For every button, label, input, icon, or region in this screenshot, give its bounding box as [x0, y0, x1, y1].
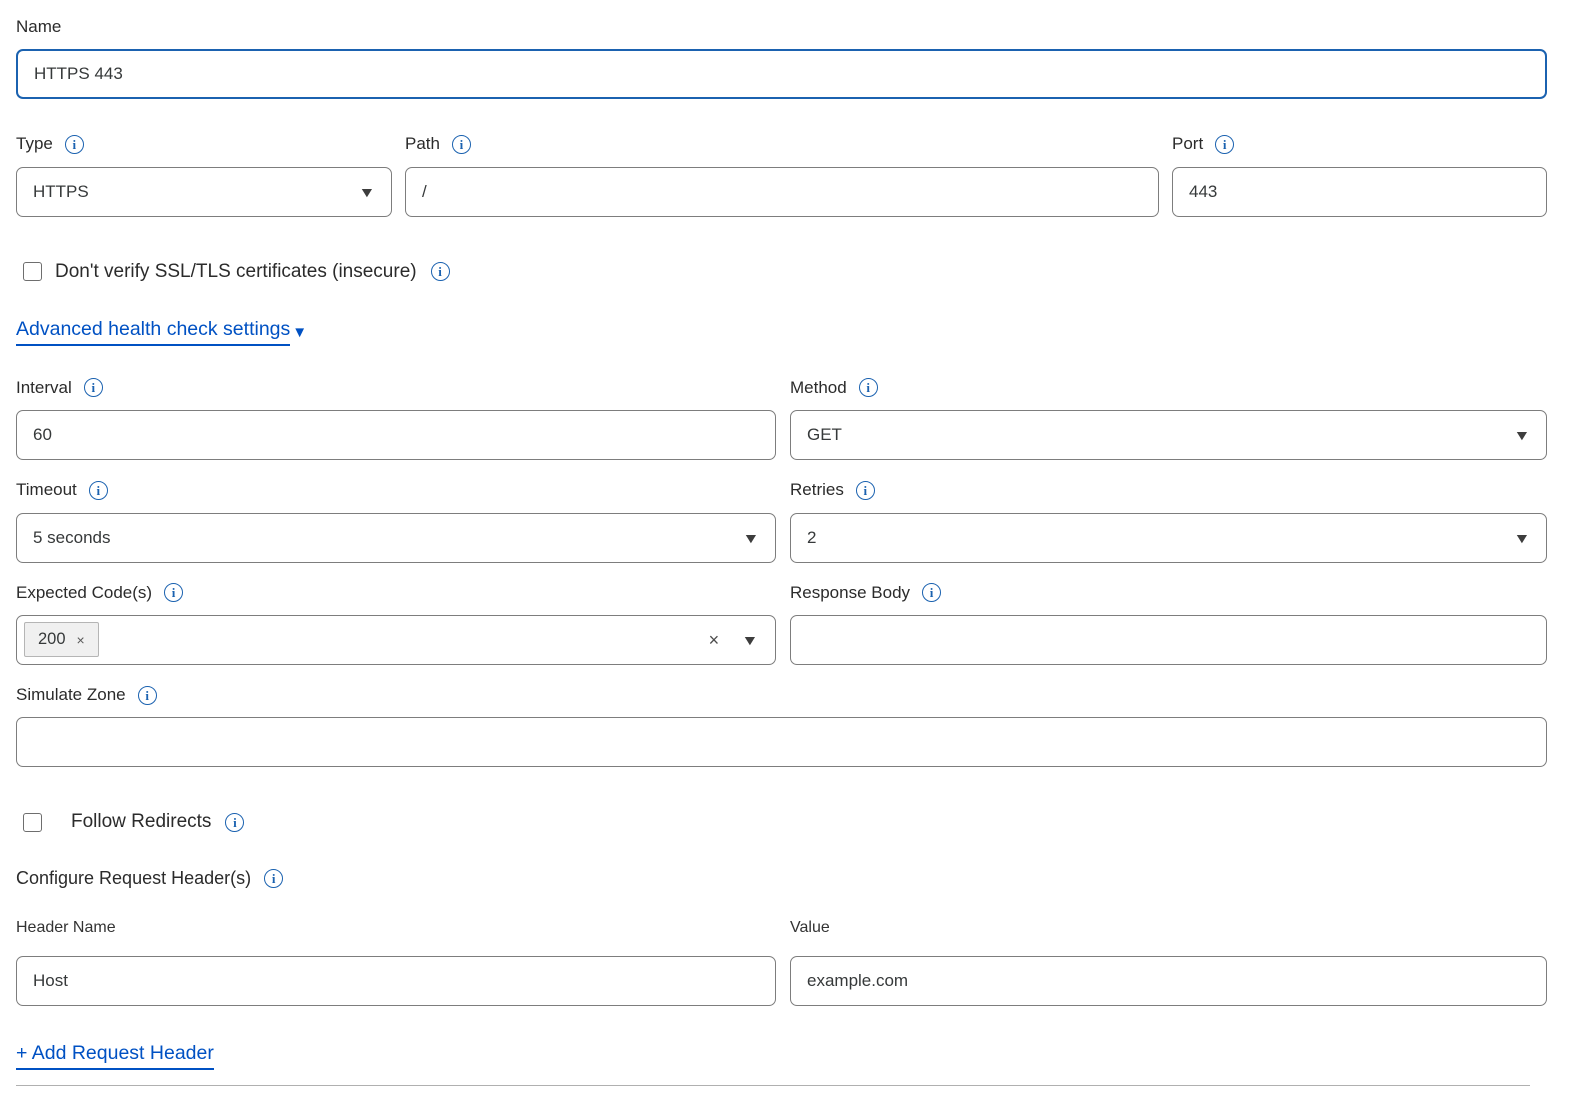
type-path-port-row: Type i HTTPS ▼ Path i Port i — [16, 134, 1547, 216]
advanced-settings-row: Advanced health check settings ▼ — [16, 318, 1547, 346]
path-label: Path i — [405, 134, 1159, 154]
port-input[interactable] — [1172, 167, 1547, 217]
path-info-icon[interactable]: i — [452, 135, 471, 154]
advanced-settings-link[interactable]: Advanced health check settings ▼ — [16, 318, 307, 346]
section-divider — [16, 1085, 1530, 1086]
interval-info-icon[interactable]: i — [84, 378, 103, 397]
header-name-label-text: Header Name — [16, 918, 116, 937]
retries-label: Retries i — [790, 480, 1547, 500]
retries-label-text: Retries — [790, 480, 844, 500]
timeout-field-group: Timeout i 5 seconds ▼ — [16, 480, 776, 562]
response-body-label-text: Response Body — [790, 583, 910, 603]
type-field-group: Type i HTTPS ▼ — [16, 134, 392, 216]
response-body-field-group: Response Body i — [790, 583, 1547, 665]
type-select-value: HTTPS — [33, 182, 89, 202]
response-body-info-icon[interactable]: i — [922, 583, 941, 602]
simulate-zone-input[interactable] — [16, 717, 1547, 767]
type-select[interactable]: HTTPS ▼ — [16, 167, 392, 217]
interval-input[interactable] — [16, 410, 776, 460]
simulate-zone-field-group: Simulate Zone i — [16, 685, 1547, 767]
timeout-select-value: 5 seconds — [33, 528, 111, 548]
retries-info-icon[interactable]: i — [856, 481, 875, 500]
response-body-label: Response Body i — [790, 583, 1547, 603]
port-label: Port i — [1172, 134, 1547, 154]
header-name-input[interactable] — [16, 956, 776, 1006]
expected-code-tag-value: 200 — [38, 630, 66, 649]
simulate-zone-label-text: Simulate Zone — [16, 685, 126, 705]
expected-code-tag: 200 × — [24, 622, 99, 657]
advanced-settings-grid: Interval i Method i GET ▼ Timeout i 5 se… — [16, 378, 1547, 665]
type-label: Type i — [16, 134, 392, 154]
header-value-label-text: Value — [790, 918, 830, 937]
path-input[interactable] — [405, 167, 1159, 217]
expected-codes-label: Expected Code(s) i — [16, 583, 776, 603]
method-field-group: Method i GET ▼ — [790, 378, 1547, 460]
header-value-label: Value — [790, 918, 1547, 937]
request-headers-heading: Configure Request Header(s) i — [16, 868, 1547, 889]
retries-select-value: 2 — [807, 528, 816, 548]
simulate-zone-info-icon[interactable]: i — [138, 686, 157, 705]
ssl-verify-info-icon[interactable]: i — [431, 262, 450, 281]
request-headers-heading-text: Configure Request Header(s) — [16, 868, 251, 889]
caret-down-icon: ▼ — [292, 324, 307, 341]
expected-codes-multiselect[interactable]: 200 × × ▼ — [16, 615, 776, 665]
path-field-group: Path i — [405, 134, 1159, 216]
expected-codes-info-icon[interactable]: i — [164, 583, 183, 602]
follow-redirects-label: Follow Redirects — [71, 811, 211, 833]
port-info-icon[interactable]: i — [1215, 135, 1234, 154]
method-select[interactable]: GET ▼ — [790, 410, 1547, 460]
health-check-form: Name Type i HTTPS ▼ Path i Port i — [0, 0, 1570, 1086]
chevron-down-icon[interactable]: ▼ — [741, 633, 758, 647]
name-label-text: Name — [16, 17, 61, 37]
header-name-field-group: Header Name — [16, 918, 776, 1005]
header-name-label: Header Name — [16, 918, 776, 937]
name-label: Name — [16, 17, 1547, 37]
method-info-icon[interactable]: i — [859, 378, 878, 397]
interval-label-text: Interval — [16, 378, 72, 398]
advanced-settings-link-text: Advanced health check settings — [16, 318, 290, 346]
ssl-verify-checkbox-label: Don't verify SSL/TLS certificates (insec… — [55, 261, 417, 283]
chevron-down-icon: ▼ — [1513, 531, 1530, 545]
follow-redirects-checkbox[interactable] — [23, 813, 42, 832]
tag-remove-icon[interactable]: × — [77, 633, 85, 647]
method-label: Method i — [790, 378, 1547, 398]
method-select-value: GET — [807, 425, 842, 445]
simulate-zone-label: Simulate Zone i — [16, 685, 1547, 705]
method-label-text: Method — [790, 378, 847, 398]
port-field-group: Port i — [1172, 134, 1547, 216]
timeout-select[interactable]: 5 seconds ▼ — [16, 513, 776, 563]
header-value-field-group: Value — [790, 918, 1547, 1005]
ssl-verify-checkbox-row: Don't verify SSL/TLS certificates (insec… — [16, 261, 1547, 283]
chevron-down-icon: ▼ — [1513, 428, 1530, 442]
name-input[interactable] — [16, 49, 1547, 99]
clear-all-icon[interactable]: × — [709, 631, 720, 649]
response-body-input[interactable] — [790, 615, 1547, 665]
header-value-input[interactable] — [790, 956, 1547, 1006]
timeout-label: Timeout i — [16, 480, 776, 500]
path-label-text: Path — [405, 134, 440, 154]
timeout-label-text: Timeout — [16, 480, 77, 500]
port-label-text: Port — [1172, 134, 1203, 154]
add-request-header-link[interactable]: + Add Request Header — [16, 1042, 214, 1070]
chevron-down-icon: ▼ — [358, 185, 375, 199]
request-header-row: Header Name Value — [16, 918, 1547, 1005]
request-headers-info-icon[interactable]: i — [264, 869, 283, 888]
retries-field-group: Retries i 2 ▼ — [790, 480, 1547, 562]
follow-redirects-row: Follow Redirects i — [16, 811, 1547, 833]
type-info-icon[interactable]: i — [65, 135, 84, 154]
chevron-down-icon: ▼ — [742, 531, 759, 545]
follow-redirects-info-icon[interactable]: i — [225, 813, 244, 832]
retries-select[interactable]: 2 ▼ — [790, 513, 1547, 563]
ssl-verify-checkbox[interactable] — [23, 262, 42, 281]
expected-codes-field-group: Expected Code(s) i 200 × × ▼ — [16, 583, 776, 665]
type-label-text: Type — [16, 134, 53, 154]
interval-label: Interval i — [16, 378, 776, 398]
add-request-header-row: + Add Request Header — [16, 1042, 1547, 1070]
timeout-info-icon[interactable]: i — [89, 481, 108, 500]
multiselect-controls: × ▼ — [709, 631, 757, 649]
name-field-group: Name — [16, 17, 1547, 99]
expected-codes-label-text: Expected Code(s) — [16, 583, 152, 603]
interval-field-group: Interval i — [16, 378, 776, 460]
